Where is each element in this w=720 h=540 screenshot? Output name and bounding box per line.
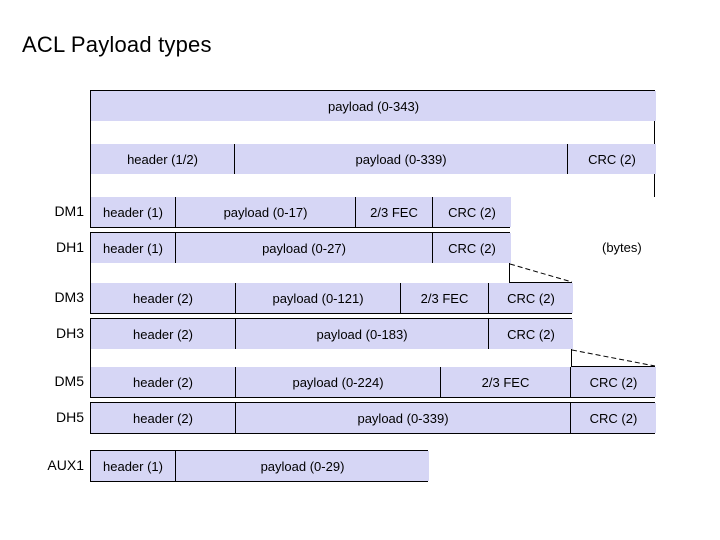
packet-structure-row: header (1/2) payload (0-339) CRC (2) [90,143,656,175]
cell-dh1-row-2: CRC (2) [433,233,511,263]
baseband-payload-row: payload (0-343) [90,90,656,122]
cell-dm1-row-2: 2/3 FEC [356,197,433,227]
cell-dm1-row-3: CRC (2) [433,197,511,227]
dm5-row: header (2) payload (0-224) 2/3 FEC CRC (2) [90,366,656,398]
row-label-dh1-row: DH1 [55,239,84,255]
cell-dm5-row-3: CRC (2) [571,367,656,397]
cell-dh1-row-0: header (1) [91,233,176,263]
cell-aux1-row-0: header (1) [91,451,176,481]
cell-dm5-row-1: payload (0-224) [236,367,441,397]
cell-dm3-row-1: payload (0-121) [236,283,401,313]
bytes-unit-note: (bytes) [602,240,642,255]
spacer-d1-d3 [90,263,510,283]
page-title: ACL Payload types [22,32,212,57]
spacer-structure [90,174,655,197]
dh5-row: header (2) payload (0-339) CRC (2) [90,402,656,434]
row-label-dm3-row: DM3 [54,289,84,305]
cell-dh5-row-0: header (2) [91,403,236,433]
cell-dh3-row-1: payload (0-183) [236,319,489,349]
spacer-top [90,121,655,144]
row-label-dm5-row: DM5 [54,373,84,389]
cell-dh5-row-2: CRC (2) [571,403,656,433]
dh1-row: header (1) payload (0-27) CRC (2) [90,232,511,264]
cell-dm5-row-2: 2/3 FEC [441,367,571,397]
connector-line-5 [509,263,573,283]
cell-dm5-row-0: header (2) [91,367,236,397]
row-label-dh3-row: DH3 [55,325,84,341]
cell-dm1-row-0: header (1) [91,197,176,227]
slide-canvas: ACL Payload types payload (0-343) header … [0,0,720,540]
cell-packet-structure-row-2: CRC (2) [568,144,656,174]
dh3-row: header (2) payload (0-183) CRC (2) [90,318,573,350]
cell-dm3-row-0: header (2) [91,283,236,313]
cell-dm3-row-3: CRC (2) [489,283,573,313]
spacer-d3-d5 [90,349,572,367]
row-label-dm1-row: DM1 [54,203,84,219]
cell-baseband-payload-row-0: payload (0-343) [91,91,656,121]
cell-packet-structure-row-0: header (1/2) [91,144,235,174]
cell-dh5-row-1: payload (0-339) [236,403,571,433]
row-label-dh5-row: DH5 [55,409,84,425]
cell-dm3-row-2: 2/3 FEC [401,283,489,313]
dm1-row: header (1) payload (0-17) 2/3 FEC CRC (2) [90,196,511,228]
aux1-row: header (1) payload (0-29) [90,450,429,482]
cell-dm1-row-1: payload (0-17) [176,197,356,227]
cell-dh3-row-2: CRC (2) [489,319,573,349]
connector-line-8 [571,349,656,367]
cell-dh1-row-1: payload (0-27) [176,233,433,263]
cell-packet-structure-row-1: payload (0-339) [235,144,568,174]
cell-aux1-row-1: payload (0-29) [176,451,429,481]
row-label-aux1-row: AUX1 [47,457,84,473]
cell-dh3-row-0: header (2) [91,319,236,349]
dm3-row: header (2) payload (0-121) 2/3 FEC CRC (2) [90,282,573,314]
